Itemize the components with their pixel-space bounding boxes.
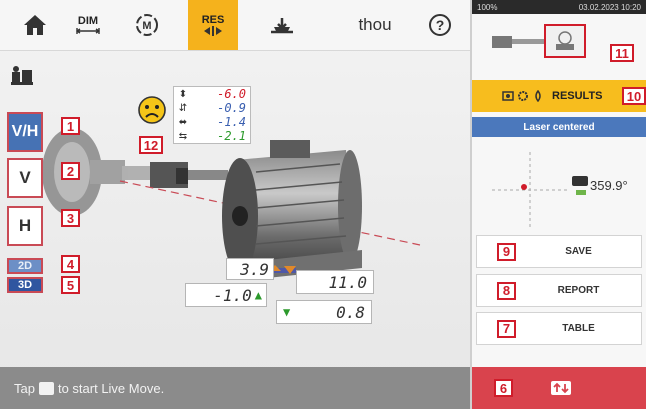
h-label: H bbox=[18, 216, 32, 235]
report-label: REPORT bbox=[557, 285, 600, 296]
rear-horizontal-arrow-icon: ▼ bbox=[283, 305, 291, 319]
callout-number: 5 bbox=[66, 277, 75, 293]
app-screen: DIM M RES thou ? ⬍ -6.0 ⇵ -0.9 ⬌ -1.4 ⇆ … bbox=[0, 0, 646, 409]
callout-badge-2: 2 bbox=[61, 162, 80, 180]
rear-foot-vertical-value: 11.0 bbox=[328, 272, 367, 292]
callout-number: 7 bbox=[502, 321, 511, 336]
rear-foot-horizontal-box: ▼ 0.8 bbox=[276, 300, 372, 324]
rear-foot-horizontal-value: 0.8 bbox=[336, 302, 365, 322]
battery-indicator: 100% bbox=[477, 2, 498, 12]
coupling-row-horizontal-offset: ⇆ -2.1 bbox=[174, 129, 250, 143]
vertical-offset-value: -0.9 bbox=[217, 101, 246, 115]
callout-badge-11: 11 bbox=[610, 44, 634, 62]
view-2d-label: 2D bbox=[17, 260, 33, 272]
vh-view-button[interactable]: V/H bbox=[7, 112, 43, 152]
table-button[interactable]: 7 TABLE bbox=[476, 312, 642, 345]
sensor-icon bbox=[556, 31, 574, 50]
coupling-results-panel: ⬍ -6.0 ⇵ -0.9 ⬌ -1.4 ⇆ -2.1 bbox=[173, 86, 251, 144]
callout-badge-5: 5 bbox=[61, 276, 80, 294]
machine-view: DIM M RES thou ? ⬍ -6.0 ⇵ -0.9 ⬌ -1.4 ⇆ … bbox=[0, 0, 470, 409]
callout-badge-9: 9 bbox=[497, 242, 516, 261]
view-2d-button[interactable]: 2D bbox=[7, 258, 43, 274]
status-text-after: to start Live Move. bbox=[57, 380, 165, 396]
callout-number: 10 bbox=[626, 88, 642, 104]
horizontal-view-button[interactable]: H bbox=[7, 206, 43, 246]
save-button[interactable]: 9 SAVE bbox=[476, 235, 642, 268]
horizontal-offset-value: -2.1 bbox=[217, 129, 246, 143]
sad-face-icon bbox=[137, 95, 167, 125]
callout-badge-10: 10 bbox=[622, 87, 646, 105]
status-bar: Tap to start Live Move. bbox=[0, 367, 470, 409]
callout-number: 12 bbox=[143, 137, 159, 153]
callout-number: 9 bbox=[502, 244, 511, 259]
datetime: 03.02.2023 10:20 bbox=[578, 2, 641, 12]
results-status-icons bbox=[502, 90, 544, 102]
callout-number: 1 bbox=[66, 118, 75, 134]
laser-status-bar: Laser centered bbox=[472, 117, 646, 137]
phone-status-bar: 100% 03.02.2023 10:20 bbox=[472, 0, 646, 14]
coupling-row-horizontal-gap: ⬌ -1.4 bbox=[174, 115, 250, 129]
front-foot-vertical-value: 3.9 bbox=[240, 259, 269, 279]
vh-label: V/H bbox=[11, 123, 39, 140]
callout-badge-1: 1 bbox=[61, 117, 80, 135]
inclinometer-icon bbox=[572, 176, 588, 186]
callout-badge-6: 6 bbox=[494, 379, 513, 397]
coupling-row-vertical-gap: ⬍ -6.0 bbox=[174, 87, 250, 101]
live-move-icon bbox=[549, 377, 573, 399]
thermal-status-icon bbox=[535, 90, 541, 102]
laser-status-text: Laser centered bbox=[523, 121, 595, 133]
stationary-machine bbox=[42, 128, 152, 216]
v-label: V bbox=[19, 168, 31, 187]
front-foot-horizontal-box: -1.0 ▲ bbox=[185, 283, 267, 307]
coupling bbox=[150, 162, 228, 188]
view-3d-button[interactable]: 3D bbox=[7, 277, 43, 293]
gear-status-icon bbox=[518, 91, 528, 101]
coupling-row-vertical-offset: ⇵ -0.9 bbox=[174, 101, 250, 115]
callout-number: 8 bbox=[502, 283, 511, 298]
sensor-status-icon bbox=[502, 91, 514, 101]
rear-foot-vertical-box: 11.0 bbox=[296, 270, 374, 294]
status-text-before: Tap bbox=[14, 380, 35, 396]
callout-badge-12: 12 bbox=[139, 136, 163, 154]
front-foot-horizontal-value: -1.0 bbox=[213, 285, 252, 305]
front-foot-vertical-box: 3.9 bbox=[226, 258, 274, 280]
front-horizontal-arrow-icon: ▲ bbox=[254, 288, 262, 302]
table-label: TABLE bbox=[562, 323, 595, 334]
callout-badge-4: 4 bbox=[61, 255, 80, 273]
results-label: RESULTS bbox=[552, 90, 603, 102]
live-move-small-icon bbox=[38, 381, 54, 395]
callout-number: 11 bbox=[615, 45, 629, 61]
vertical-view-button[interactable]: V bbox=[7, 158, 43, 198]
report-button[interactable]: 8 REPORT bbox=[476, 274, 642, 307]
results-panel: 100% 03.02.2023 10:20 11 RESULTS 10 Lase… bbox=[472, 0, 646, 409]
callout-number: 3 bbox=[66, 210, 75, 226]
callout-badge-8: 8 bbox=[497, 281, 516, 300]
callout-number: 2 bbox=[66, 163, 75, 179]
callout-badge-3: 3 bbox=[61, 209, 80, 227]
live-move-button[interactable]: 6 bbox=[472, 367, 646, 409]
horizontal-offset-icon: ⇆ bbox=[178, 130, 188, 142]
machine-thumbnail-frame[interactable] bbox=[544, 24, 586, 58]
vertical-gap-value: -6.0 bbox=[217, 87, 246, 101]
callout-badge-7: 7 bbox=[497, 319, 516, 338]
machine-train-illustration bbox=[42, 128, 421, 280]
vertical-offset-icon: ⇵ bbox=[178, 102, 188, 114]
laser-position-display: 359.9° bbox=[472, 142, 646, 230]
view-3d-label: 3D bbox=[17, 279, 33, 291]
horizontal-gap-icon: ⬌ bbox=[178, 116, 188, 128]
save-label: SAVE bbox=[565, 246, 592, 257]
callout-number: 4 bbox=[66, 256, 75, 272]
vertical-gap-icon: ⬍ bbox=[178, 88, 188, 100]
angle-value: 359.9° bbox=[590, 178, 628, 193]
battery-small-icon bbox=[576, 190, 586, 195]
results-header[interactable]: RESULTS bbox=[472, 80, 646, 112]
horizontal-gap-value: -1.4 bbox=[217, 115, 246, 129]
callout-number: 6 bbox=[499, 380, 508, 396]
